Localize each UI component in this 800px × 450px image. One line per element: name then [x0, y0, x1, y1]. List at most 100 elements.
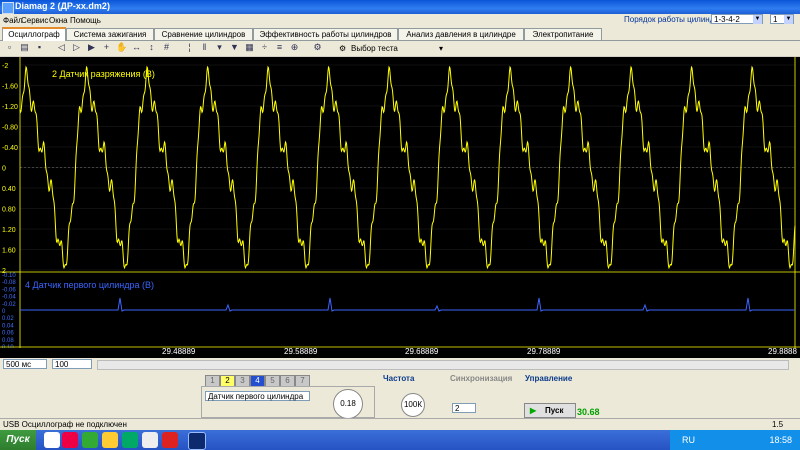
channel2-waveform — [20, 297, 795, 312]
cylinder-value: 1 — [773, 15, 778, 24]
app-icon[interactable] — [44, 432, 60, 448]
tab-cylinder-compare[interactable]: Сравнение цилиндров — [154, 28, 253, 40]
tab-ignition[interactable]: Система зажигания — [66, 28, 154, 40]
forward-icon[interactable]: ▷ — [71, 42, 82, 53]
time-tick: 29.48889 — [162, 347, 196, 356]
y-tick-label: -0.10 — [2, 273, 16, 279]
app-icon[interactable] — [162, 432, 178, 448]
measure-icon[interactable]: ⊕ — [289, 42, 300, 53]
y-tick-label: 0 — [2, 166, 6, 173]
status-right: 1.5 — [772, 420, 784, 429]
chevron-down-icon: ▼ — [753, 15, 762, 24]
menu-windows[interactable]: Окна — [49, 16, 68, 25]
app-icon[interactable] — [82, 432, 98, 448]
menu-file[interactable]: Файл — [3, 16, 23, 25]
fps-value: 30.68 — [577, 407, 600, 417]
cursor2-icon[interactable]: ‖ — [199, 42, 210, 53]
app-icon[interactable] — [62, 432, 78, 448]
marker-icon[interactable]: ▾ — [214, 42, 225, 53]
grid-icon[interactable]: # — [161, 42, 172, 53]
y-tick-label: 0.80 — [2, 207, 16, 214]
test-select-button[interactable]: ⚙ Выбор теста ▾ — [337, 43, 445, 54]
channel2-label: 4 Датчик первого цилиндра (В) — [25, 280, 155, 290]
app-icon[interactable] — [142, 432, 158, 448]
tab-power[interactable]: Электропитание — [524, 28, 602, 40]
chevron-down-icon: ▾ — [438, 44, 443, 53]
start-label: Пуск — [545, 406, 564, 415]
tab-cylinder-efficiency[interactable]: Эффективность работы цилиндров — [253, 28, 398, 40]
y-tick-label: 0.04 — [2, 323, 14, 329]
time-tick: 29.68889 — [405, 347, 439, 356]
waveform-canvas: -2 -1.60 -1.20 -0.80 -0.40 0 0.40 0.80 1.20 1.60 2… — [0, 57, 800, 348]
voltage-knob[interactable]: 0.18 — [333, 389, 363, 419]
y-tick-label: -0.06 — [2, 287, 16, 293]
horizontal-scrollbar[interactable] — [97, 360, 789, 370]
chevron-down-icon: ▼ — [784, 15, 793, 24]
open-icon[interactable]: ▤ — [19, 42, 30, 53]
tab-bar: Осциллограф Система зажигания Сравнение … — [0, 27, 800, 42]
y-tick-label: -0.08 — [2, 280, 16, 286]
test-select-label: Выбор теста — [351, 44, 398, 53]
divide-icon[interactable]: ÷ — [259, 42, 270, 53]
cylinder-order-select[interactable]: 1-3-4-2 ▼ — [711, 14, 763, 24]
tab-oscilloscope[interactable]: Осциллограф — [2, 27, 66, 42]
app-icon[interactable] — [188, 432, 206, 450]
zoom-in-icon[interactable]: + — [101, 42, 112, 53]
menu-help[interactable]: Помощь — [70, 16, 101, 25]
y-tick-label: 0.40 — [2, 186, 16, 193]
cylinder-order-value: 1-3-4-2 — [714, 15, 740, 24]
table-icon[interactable]: ▦ — [244, 42, 255, 53]
app-icon — [2, 2, 14, 14]
tab-pressure[interactable]: Анализ давления в цилиндре — [398, 28, 524, 40]
lang-indicator[interactable]: RU — [682, 435, 695, 445]
cylinder-select[interactable]: 1 ▼ — [770, 14, 794, 24]
time-axis — [0, 348, 800, 358]
title-bar: Diamag 2 (ДР-xx.dm2) — [0, 0, 800, 14]
y-tick-label: 0.08 — [2, 338, 14, 344]
status-bar: USB Осциллограф не подключен 1.5 — [0, 418, 800, 430]
channel-name-value: Датчик первого цилиндра — [208, 392, 304, 401]
y-tick-label: 0 — [2, 309, 6, 315]
vscale-icon[interactable]: ↕ — [146, 42, 157, 53]
save-icon[interactable]: ▪ — [34, 42, 45, 53]
y-tick-label: -0.02 — [2, 302, 16, 308]
y-tick-label: 0.06 — [2, 331, 14, 337]
align-icon[interactable]: ≡ — [274, 42, 285, 53]
start-button[interactable]: Пуск — [0, 430, 36, 450]
time-tick: 29.58889 — [284, 347, 318, 356]
zoom-select[interactable]: 100 — [52, 359, 92, 369]
test-icon: ⚙ — [339, 44, 347, 53]
time-tick: 29.8888 — [768, 347, 797, 356]
y-tick-label: 1.20 — [2, 227, 16, 234]
app-icon[interactable] — [102, 432, 118, 448]
cursor1-icon[interactable]: ¦ — [184, 42, 195, 53]
freq-title: Частота — [383, 374, 415, 383]
start-button[interactable]: ▶ Пуск — [524, 403, 576, 418]
back-icon[interactable]: ◁ — [56, 42, 67, 53]
menu-service[interactable]: Сервис — [21, 16, 48, 25]
zoom-value: 100 — [55, 360, 69, 369]
channel1-label: 2 Датчик разряжения (В) — [52, 69, 155, 79]
y-tick-label: 1.60 — [2, 248, 16, 255]
y-tick-label: -1.20 — [2, 104, 18, 111]
channel-name-select[interactable]: Датчик первого цилиндра — [205, 391, 310, 401]
clock: 18:58 — [769, 435, 792, 445]
sync-value: 2 — [455, 404, 460, 413]
y-tick-label: -0.40 — [2, 145, 18, 152]
app-icon[interactable] — [122, 432, 138, 448]
settings-icon[interactable]: ⚙ — [312, 42, 323, 53]
taskbar: Пуск RU 18:58 — [0, 430, 800, 450]
play-icon[interactable]: ▶ — [86, 42, 97, 53]
sync-title: Синхронизация — [450, 374, 513, 383]
timebase-select[interactable]: 500 мс — [3, 359, 47, 369]
control-title: Управление — [525, 374, 573, 383]
y-tick-label: -1.60 — [2, 84, 18, 91]
sync-select[interactable]: 2 — [452, 403, 476, 413]
freq-knob[interactable]: 100К — [401, 393, 425, 417]
oscilloscope-plot[interactable]: -2 -1.60 -1.20 -0.80 -0.40 0 0.40 0.80 1.20 1.60 2… — [0, 57, 800, 348]
hscale-icon[interactable]: ↔ — [131, 42, 142, 53]
play-icon: ▶ — [530, 406, 537, 415]
filter-icon[interactable]: ▼ — [229, 42, 240, 53]
new-icon[interactable]: ▫ — [4, 42, 15, 53]
hand-icon[interactable]: ✋ — [116, 42, 127, 53]
